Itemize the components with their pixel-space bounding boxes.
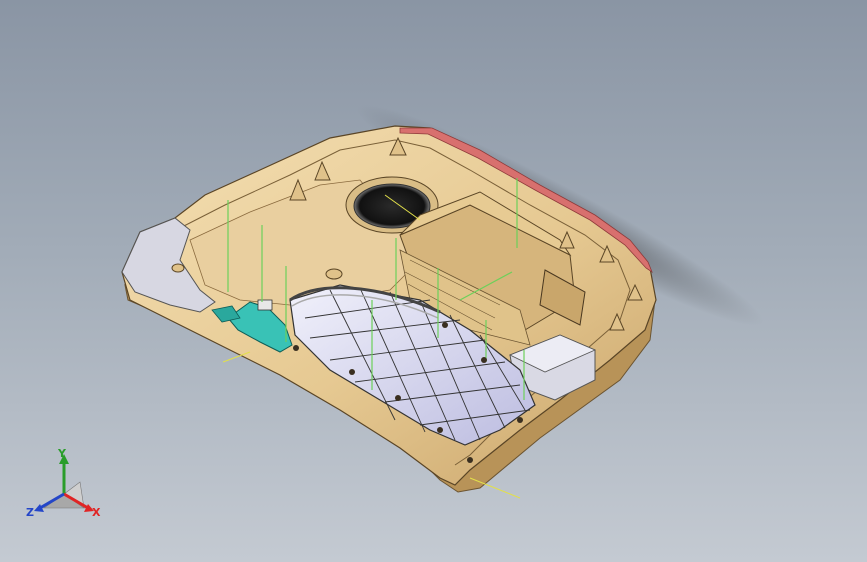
z-axis-label: Z <box>26 506 34 519</box>
cad-viewport[interactable] <box>0 0 867 562</box>
y-axis-label: Y <box>57 447 67 460</box>
coordinate-triad[interactable]: Y X Z <box>24 446 108 528</box>
x-axis-label: X <box>92 506 101 519</box>
